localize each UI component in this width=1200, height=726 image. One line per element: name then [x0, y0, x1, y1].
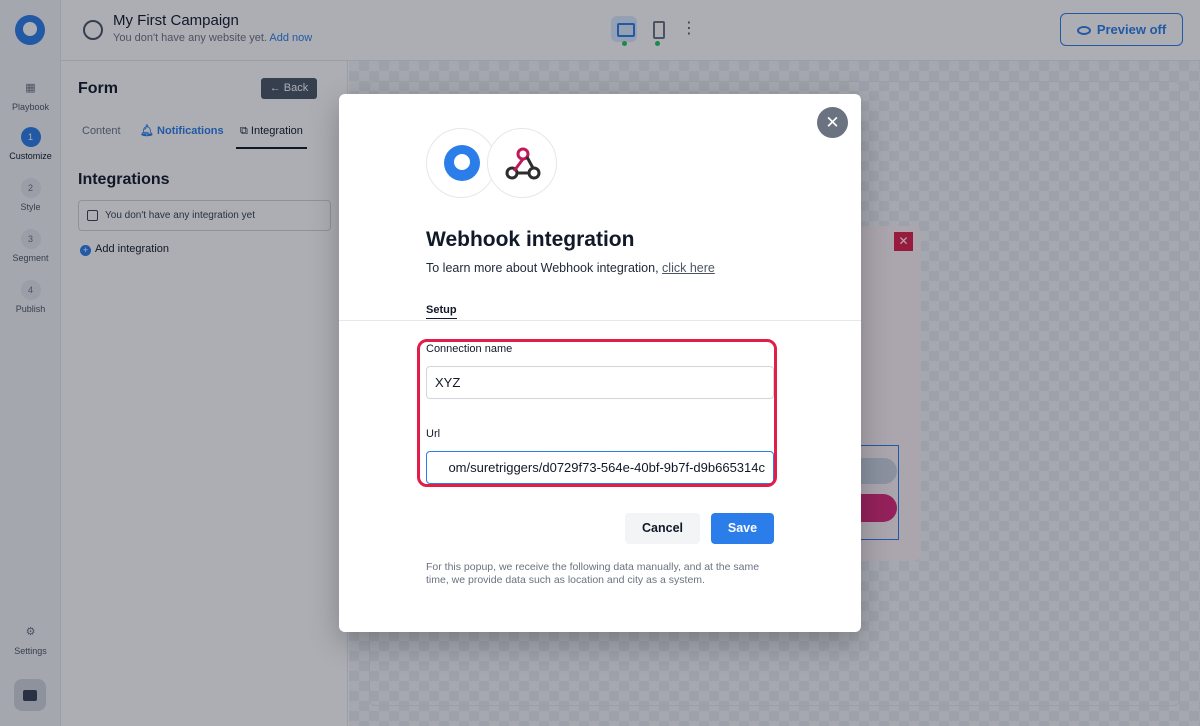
tab-setup[interactable]: Setup — [426, 304, 457, 319]
webhook-icon — [505, 147, 541, 180]
app-logo-badge — [426, 128, 496, 198]
modal-subtitle: To learn more about Webhook integration,… — [426, 261, 715, 275]
annotation-highlight — [417, 339, 777, 487]
webhook-logo-badge — [487, 128, 557, 198]
save-button[interactable]: Save — [711, 513, 774, 544]
modal-subtitle-text: To learn more about Webhook integration, — [426, 261, 659, 275]
cancel-button[interactable]: Cancel — [625, 513, 700, 544]
modal-title: Webhook integration — [426, 228, 635, 251]
learn-more-link[interactable]: click here — [662, 261, 715, 275]
divider — [339, 320, 861, 321]
modal-note: For this popup, we receive the following… — [426, 561, 760, 586]
webhook-integration-modal: ✕ Webhook integration To learn more abou… — [339, 94, 861, 632]
close-modal-button[interactable]: ✕ — [817, 107, 848, 138]
app-logo-icon — [444, 145, 480, 181]
